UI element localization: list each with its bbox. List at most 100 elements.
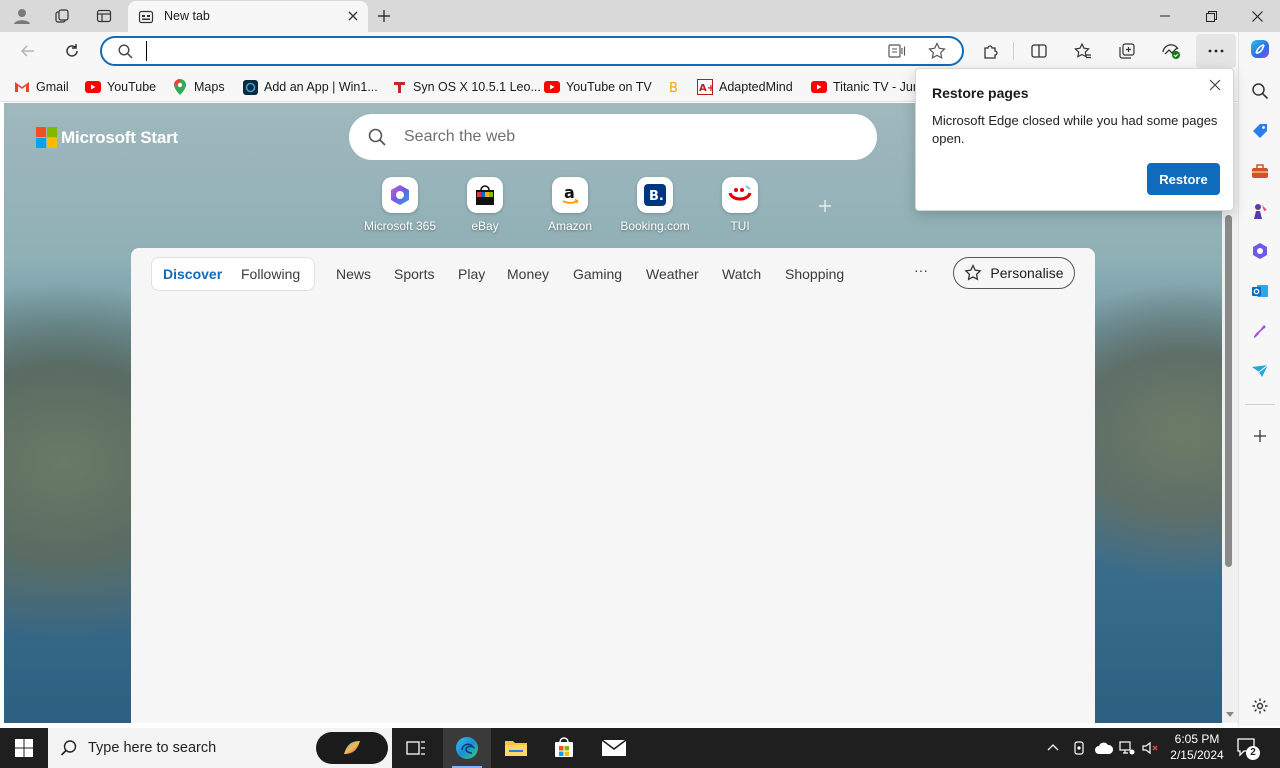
shopping-tag-icon[interactable] [1247, 118, 1273, 144]
refresh-button[interactable] [59, 39, 85, 63]
start-button[interactable] [0, 728, 48, 768]
favorites-icon[interactable] [1070, 39, 1096, 63]
tools-icon[interactable] [1247, 158, 1273, 184]
tab-gaming[interactable]: Gaming [573, 266, 622, 282]
browser-toolbar [0, 32, 1280, 70]
clock-date: 2/15/2024 [1170, 748, 1224, 762]
extensions-icon[interactable] [978, 39, 1004, 63]
favorite-star-icon[interactable] [928, 42, 946, 60]
quick-link-microsoft365[interactable]: Microsoft 365 [355, 177, 445, 233]
tab-news[interactable]: News [336, 266, 371, 282]
svg-text:a: a [564, 183, 575, 202]
bitcoin-icon: B [665, 79, 681, 95]
add-sidebar-app-icon[interactable] [1247, 423, 1273, 449]
svg-text:A+: A+ [699, 83, 713, 94]
microsoft-start-logo[interactable]: Microsoft Start [36, 127, 178, 148]
sidebar-search-icon[interactable] [1247, 78, 1273, 104]
tab-close-icon[interactable] [344, 7, 362, 25]
tab-discover[interactable]: Discover [163, 266, 222, 282]
quick-link-amazon[interactable]: a Amazon [525, 177, 615, 233]
youtube-icon [811, 79, 827, 95]
quick-link-tui[interactable]: TUI [695, 177, 785, 233]
minimize-button[interactable] [1142, 0, 1188, 32]
tray-chevron-up-icon[interactable] [1046, 740, 1060, 754]
bookmark-label: Add an App | Win1... [264, 80, 378, 94]
onedrive-icon[interactable] [1094, 741, 1114, 755]
workspaces-icon[interactable] [46, 2, 78, 30]
app-icon [242, 79, 258, 95]
svg-text:B: B [669, 81, 678, 94]
tab-new-tab[interactable]: New tab [128, 1, 368, 32]
quick-link-ebay[interactable]: eBay [440, 177, 530, 233]
scrollbar-thumb[interactable] [1225, 215, 1232, 567]
booking-icon: B. [637, 177, 673, 213]
outlook-icon[interactable] [1247, 278, 1273, 304]
scroll-down-arrow-icon[interactable] [1226, 712, 1234, 717]
bookmark-bitcoin[interactable]: B [665, 78, 687, 96]
bookmark-gmail[interactable]: Gmail [14, 78, 69, 96]
tab-watch[interactable]: Watch [722, 266, 761, 282]
address-input[interactable] [146, 41, 846, 61]
notification-center-icon[interactable]: 2 [1236, 737, 1262, 761]
vertical-tabs-icon[interactable] [88, 2, 120, 30]
feed-more-button[interactable]: ··· [914, 262, 928, 278]
network-icon[interactable] [1118, 740, 1136, 756]
volume-muted-icon[interactable] [1141, 740, 1159, 756]
edge-taskbar-icon[interactable] [443, 728, 491, 768]
bookmark-add-an-app[interactable]: Add an App | Win1... [242, 78, 378, 96]
bookmark-synos[interactable]: Syn OS X 10.5.1 Leo... [391, 78, 541, 96]
task-view-icon[interactable] [400, 732, 432, 764]
search-placeholder: Search the web [404, 128, 516, 145]
close-window-button[interactable] [1234, 0, 1280, 32]
amazon-icon: a [552, 177, 588, 213]
bookmark-youtube-tv[interactable]: YouTube on TV [544, 78, 652, 96]
tui-icon [722, 177, 758, 213]
tab-money[interactable]: Money [507, 266, 549, 282]
copilot-taskbar-icon [344, 741, 360, 754]
bookmark-youtube[interactable]: YouTube [85, 78, 156, 96]
mail-icon[interactable] [598, 732, 630, 764]
sidebar-settings-icon[interactable] [1247, 693, 1273, 719]
drop-icon[interactable] [1247, 358, 1273, 384]
read-aloud-icon[interactable] [888, 43, 906, 59]
quick-link-booking[interactable]: B. Booking.com [610, 177, 700, 233]
back-button[interactable] [15, 39, 41, 63]
copilot-search-highlight[interactable] [316, 732, 388, 764]
tab-play[interactable]: Play [458, 266, 485, 282]
add-shortcut-button[interactable] [814, 195, 836, 217]
games-icon[interactable] [1247, 198, 1273, 224]
taskbar-search-placeholder: Type here to search [88, 740, 217, 756]
tab-weather[interactable]: Weather [646, 266, 699, 282]
profile-icon[interactable] [6, 2, 38, 30]
address-bar[interactable] [100, 36, 964, 66]
microsoft-store-icon[interactable] [548, 732, 580, 764]
web-search-box[interactable]: Search the web [349, 114, 877, 160]
popup-close-icon[interactable] [1205, 75, 1225, 95]
microsoft365-sidebar-icon[interactable] [1247, 238, 1273, 264]
bookmark-titanic-tv[interactable]: Titanic TV - Jun [811, 78, 920, 96]
bookmark-label: YouTube on TV [566, 80, 652, 94]
maps-icon [172, 79, 188, 95]
file-explorer-icon[interactable] [500, 732, 532, 764]
search-icon [118, 44, 133, 59]
restore-window-button[interactable] [1188, 0, 1234, 32]
new-tab-button[interactable] [370, 3, 398, 29]
settings-more-button[interactable] [1196, 34, 1236, 68]
personalise-button[interactable]: Personalise [953, 257, 1075, 289]
clock[interactable]: 6:05 PM 2/15/2024 [1166, 731, 1228, 763]
bookmark-adaptedmind[interactable]: A+ AdaptedMind [697, 78, 793, 96]
tab-shopping[interactable]: Shopping [785, 266, 844, 282]
tab-following[interactable]: Following [241, 266, 300, 282]
collections-icon[interactable] [1114, 39, 1140, 63]
performance-icon[interactable] [1158, 39, 1184, 63]
copilot-icon[interactable] [1247, 36, 1273, 62]
taskbar-search[interactable]: Type here to search [48, 728, 392, 768]
tab-sports[interactable]: Sports [394, 266, 434, 282]
tray-device-icon[interactable] [1071, 740, 1087, 756]
bookmark-maps[interactable]: Maps [172, 78, 225, 96]
designer-icon[interactable] [1247, 318, 1273, 344]
split-screen-icon[interactable] [1026, 39, 1052, 63]
youtube-icon [85, 79, 101, 95]
restore-button[interactable]: Restore [1147, 163, 1220, 195]
restore-pages-popup: Restore pages Microsoft Edge closed whil… [915, 68, 1234, 211]
